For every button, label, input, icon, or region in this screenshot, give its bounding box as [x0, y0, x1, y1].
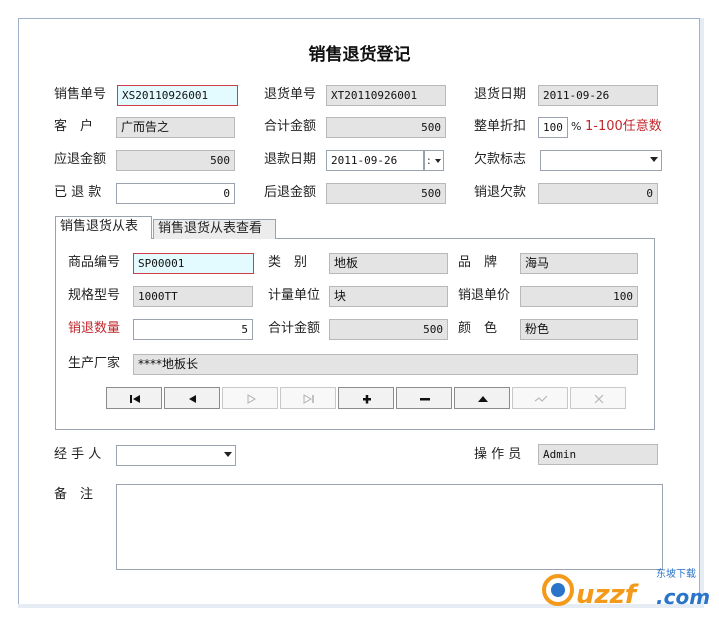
nav-post-button[interactable] [512, 387, 568, 409]
discount-label: 整单折扣 [474, 119, 527, 134]
watermark-domain: .com [656, 585, 711, 609]
refund-date-label: 退款日期 [264, 152, 317, 167]
nav-delete-button[interactable] [396, 387, 452, 409]
debt-label: 销退欠款 [474, 185, 527, 200]
window-edge-right [700, 18, 704, 606]
nav-insert-button[interactable] [338, 387, 394, 409]
subtotal-label: 合计金额 [268, 321, 321, 336]
nav-last-button[interactable] [280, 387, 336, 409]
color-field: 粉色 [520, 319, 638, 340]
page-title: 销售退货登记 [308, 45, 411, 65]
operator-field: Admin [538, 444, 658, 465]
unit-label: 计量单位 [268, 288, 321, 303]
cancel-icon [594, 394, 604, 404]
chevron-down-icon [435, 159, 441, 163]
edit-icon [478, 396, 488, 402]
qty-input[interactable]: 5 [133, 319, 253, 340]
watermark-logo: uzzf .com 东坡下载 [538, 566, 718, 616]
watermark-brand: uzzf [576, 580, 637, 610]
refund-due-label: 应退金额 [54, 152, 107, 167]
nav-next-button[interactable] [222, 387, 278, 409]
delete-icon [420, 398, 430, 401]
refunded-input[interactable]: 0 [116, 183, 235, 204]
category-field: 地板 [329, 253, 448, 274]
customer-field: 广而告之 [116, 117, 235, 138]
post-icon [534, 395, 548, 402]
insert-icon [363, 395, 371, 404]
nav-edit-button[interactable] [454, 387, 510, 409]
code-input[interactable]: SP00001 [133, 253, 254, 274]
debt-flag-select[interactable] [540, 150, 662, 171]
debt-field: 0 [538, 183, 658, 204]
maker-field: ****地板长 [133, 354, 638, 375]
sale-no-label: 销售单号 [54, 87, 107, 102]
nav-cancel-button[interactable] [570, 387, 626, 409]
total-field: 500 [326, 117, 446, 138]
last-icon [303, 394, 314, 404]
spec-field: 1000TT [133, 286, 253, 307]
remark-textarea[interactable] [116, 484, 663, 570]
price-field: 100 [520, 286, 638, 307]
tab-return-detail[interactable]: 销售退货从表 [55, 216, 152, 239]
refund-date-picker[interactable]: : [424, 150, 444, 171]
return-no-field: XT20110926001 [326, 85, 446, 106]
customer-label: 客 户 [54, 119, 94, 134]
refund-due-field: 500 [116, 150, 235, 171]
return-no-label: 退货单号 [264, 87, 317, 102]
unit-field: 块 [329, 286, 448, 307]
spec-label: 规格型号 [68, 288, 121, 303]
chevron-down-icon [224, 452, 232, 457]
date-separator: : [427, 154, 431, 167]
total-label: 合计金额 [264, 119, 317, 134]
debt-flag-label: 欠款标志 [474, 152, 527, 167]
maker-label: 生产厂家 [68, 356, 121, 371]
nav-first-button[interactable] [106, 387, 162, 409]
handler-label: 经 手 人 [54, 447, 102, 462]
subtotal-field: 500 [329, 319, 448, 340]
next-icon [247, 394, 257, 404]
category-label: 类 别 [268, 255, 308, 270]
operator-label: 操 作 员 [474, 447, 522, 462]
refunded-label: 已 退 款 [54, 185, 102, 200]
discount-input[interactable]: 100 [538, 117, 568, 138]
remark-label: 备 注 [54, 487, 94, 502]
first-icon [130, 395, 140, 403]
after-refund-field: 500 [326, 183, 446, 204]
watermark-tag: 东坡下载 [656, 569, 696, 580]
return-date-field: 2011-09-26 [538, 85, 658, 106]
discount-hint: 1-100任意数 [585, 119, 662, 134]
handler-select[interactable] [116, 445, 236, 466]
brand-field: 海马 [520, 253, 638, 274]
brand-label: 品 牌 [458, 255, 498, 270]
tab-return-detail-view[interactable]: 销售退货从表查看 [153, 219, 276, 239]
refund-date-input[interactable]: 2011-09-26 [326, 150, 424, 171]
qty-label: 销退数量 [68, 321, 121, 336]
code-label: 商品编号 [68, 255, 121, 270]
sale-no-input[interactable]: XS20110926001 [117, 85, 238, 106]
discount-percent-sign: % [571, 120, 582, 133]
prior-icon [189, 395, 196, 403]
color-label: 颜 色 [458, 321, 498, 336]
price-label: 销退单价 [458, 288, 511, 303]
after-refund-label: 后退金额 [264, 185, 317, 200]
return-date-label: 退货日期 [474, 87, 527, 102]
chevron-down-icon [650, 157, 658, 162]
nav-prior-button[interactable] [164, 387, 220, 409]
